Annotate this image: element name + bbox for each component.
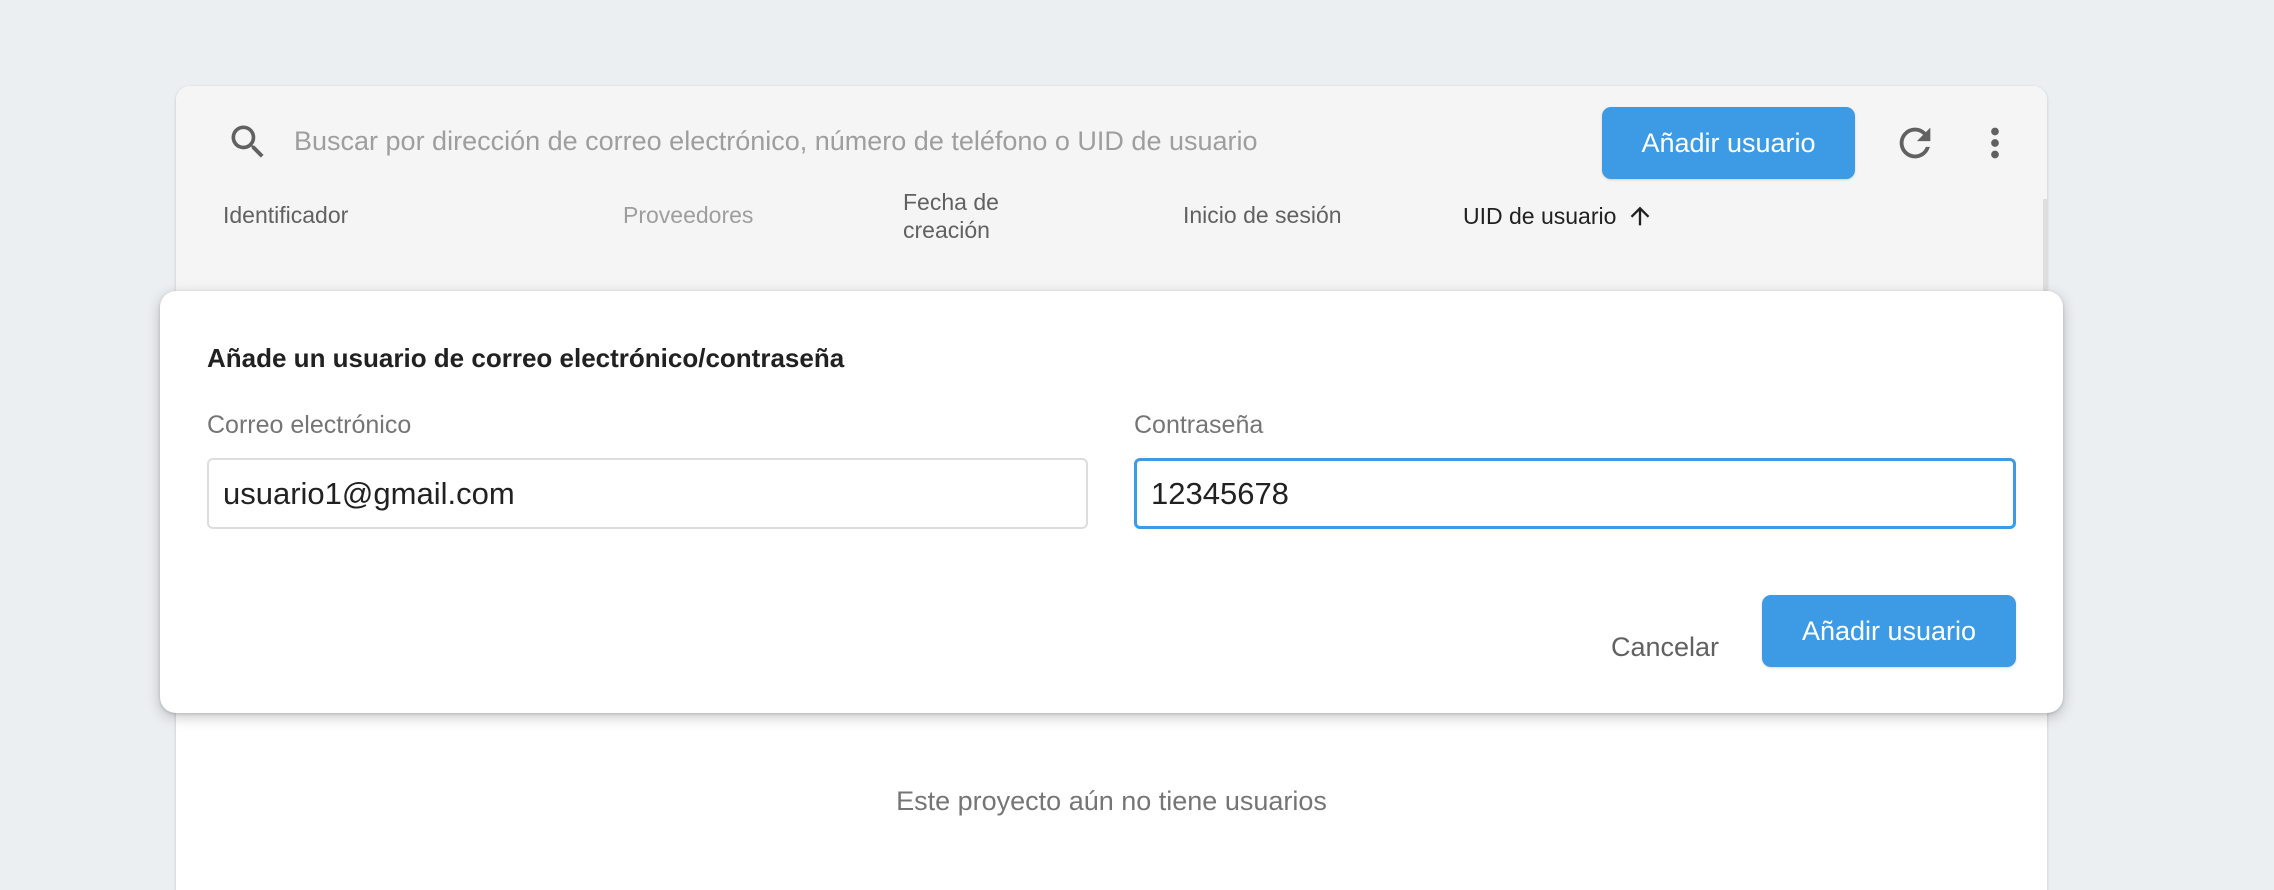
search-icon[interactable] bbox=[226, 120, 270, 164]
email-field[interactable]: usuario1@gmail.com bbox=[207, 458, 1088, 529]
column-header-proveedores: Proveedores bbox=[623, 202, 754, 228]
column-header-uid-label: UID de usuario bbox=[1463, 202, 1617, 229]
arrow-up-icon bbox=[1631, 206, 1650, 226]
password-label: Contraseña bbox=[1134, 411, 1264, 439]
empty-state-message: Este proyecto aún no tiene usuarios bbox=[896, 786, 1327, 816]
column-header-identificador[interactable]: Identificador bbox=[223, 202, 348, 229]
search-input[interactable]: Buscar por dirección de correo electróni… bbox=[294, 126, 1258, 157]
page: Buscar por dirección de correo electróni… bbox=[0, 0, 2274, 890]
email-label: Correo electrónico bbox=[207, 411, 412, 439]
column-header-inicio-sesion[interactable]: Inicio de sesión bbox=[1183, 202, 1342, 229]
password-field[interactable]: 12345678 bbox=[1134, 458, 2016, 529]
column-header-uid[interactable]: UID de usuario bbox=[1463, 202, 1654, 230]
refresh-icon[interactable] bbox=[1892, 120, 1938, 166]
more-vert-icon[interactable] bbox=[1972, 120, 2018, 166]
column-header-fecha-creacion[interactable]: Fecha de creación bbox=[903, 188, 1043, 244]
toolbar: Buscar por dirección de correo electróni… bbox=[176, 86, 2047, 200]
add-user-dialog: Añade un usuario de correo electrónico/c… bbox=[160, 291, 2063, 713]
add-user-button[interactable]: Añadir usuario bbox=[1602, 107, 1855, 179]
dialog-title: Añade un usuario de correo electrónico/c… bbox=[207, 343, 845, 373]
cancel-button[interactable]: Cancelar bbox=[1580, 611, 1750, 683]
submit-add-user-button[interactable]: Añadir usuario bbox=[1762, 595, 2016, 667]
